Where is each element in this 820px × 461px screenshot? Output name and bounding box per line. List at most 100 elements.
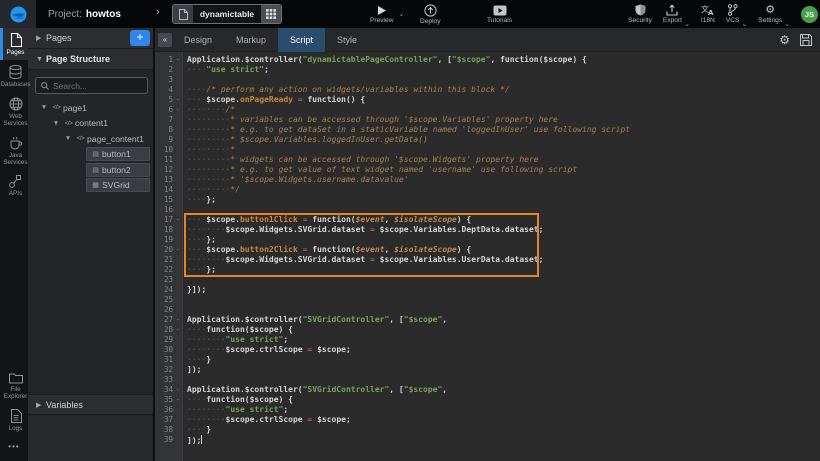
top-bar: Project: howtos › dynamictable Preview ⌄ [0,0,820,28]
line-number: 18 [155,225,182,235]
panel-divider[interactable] [153,28,155,461]
line-number: 21 [155,255,182,265]
line-number: 20- [155,245,182,255]
settings-button[interactable]: ⚙ Settings ⌄ [758,0,790,28]
tree-item-box: ▤button1 [86,147,150,161]
code-line: ····function($scope) { [187,325,820,335]
search-input[interactable] [53,81,143,91]
structure-search[interactable] [35,77,148,94]
line-number: 23 [155,275,182,285]
line-number: 29 [155,335,182,345]
tree-item-button1[interactable]: ▤button1 [28,147,153,163]
rail-item-web-services[interactable]: Web Services [0,92,28,131]
app-logo[interactable] [0,0,36,28]
code-line [187,375,820,385]
expanded-arrow-icon[interactable]: ▼ [62,135,74,142]
code-line: ····function($scope) { [187,395,820,405]
fold-marker-icon[interactable]: - [175,325,180,335]
pages-section-header[interactable]: ▶ Pages + [28,28,153,49]
branch-icon [727,4,738,16]
preview-button[interactable]: Preview ⌄ [370,0,404,28]
fold-marker-icon[interactable]: - [175,95,180,105]
export-icon [666,4,678,16]
code-content[interactable]: Application.$controller("dynamictablePag… [183,52,820,461]
tab-design[interactable]: Design [172,28,224,52]
fold-marker-icon[interactable]: - [175,315,180,325]
shield-icon [635,4,646,16]
fold-marker-icon[interactable]: - [175,55,180,65]
add-page-button[interactable]: + [130,30,150,46]
deploy-button[interactable]: Deploy [420,0,441,28]
fold-marker-icon[interactable]: - [175,385,180,395]
pages-waffle-icon[interactable] [261,5,281,23]
code-line: ····"use strict"; [187,65,820,75]
user-avatar[interactable]: JS [801,6,818,23]
page-doc-icon [173,5,193,23]
tree-item-button2[interactable]: ▤button2 [28,162,153,178]
line-number: 33 [155,375,182,385]
tree-item-SVGrid[interactable]: ▦SVGrid [28,178,153,194]
rail-item-databases[interactable]: Databases [0,60,28,92]
button-widget-icon: ▤ [89,150,102,158]
rail-more-button[interactable]: ••• [0,442,28,451]
code-line: Application.$controller("SVGridControlle… [187,385,820,395]
code-line: ········$scope.Widgets.SVGrid.dataset = … [187,255,820,265]
editor-settings-gear-icon[interactable]: ⚙ [779,34,790,46]
code-line: ····$scope.button1Click = function($even… [187,215,820,225]
collapse-panel-button[interactable]: « [158,33,172,47]
tab-markup[interactable]: Markup [224,28,278,52]
api-connector-icon [9,175,22,188]
rail-item-file-explorer[interactable]: File Explorer [0,367,28,404]
code-line: ········/* [187,105,820,115]
code-line: ·········* widgets can be accessed throu… [187,155,820,165]
deploy-icon [424,4,437,17]
fold-marker-icon[interactable]: - [175,105,180,115]
code-line [187,205,820,215]
text-cursor [201,435,202,444]
export-button[interactable]: Export ⌄ [663,0,690,28]
security-button[interactable]: Security [628,0,652,28]
vcs-button[interactable]: VCS ⌄ [726,0,747,28]
code-line: Application.$controller("SVGridControlle… [187,315,820,325]
rail-item-java-services[interactable]: Java Services [0,131,28,170]
tab-style[interactable]: Style [325,28,369,52]
line-number: 1- [155,55,182,65]
line-number: 34- [155,385,182,395]
gear-icon: ⚙ [765,4,775,16]
code-line: ····}; [187,235,820,245]
save-icon[interactable] [800,34,812,46]
expanded-arrow-icon[interactable]: ▼ [38,104,50,111]
rail-item-apis[interactable]: APIs [0,170,28,201]
tree-item-label: button1 [102,149,131,159]
line-number: 39 [155,435,182,445]
line-number: 14 [155,185,182,195]
expanded-arrow-icon[interactable]: ▼ [50,120,62,127]
line-number: 12 [155,165,182,175]
i18n-button[interactable]: 文 A I18N [701,0,715,28]
tree-item-page_content1[interactable]: ▼</>page_content1 [28,131,153,147]
tab-script[interactable]: Script [278,28,325,52]
code-line: ]); [187,435,820,445]
code-line: ·········* variables can be accessed thr… [187,115,820,125]
line-number: 7 [155,115,182,125]
variables-section-header[interactable]: ▶ Variables [28,394,153,415]
rail-item-pages[interactable]: Pages [0,28,28,60]
pages-icon [10,33,22,47]
fold-marker-icon[interactable]: - [175,395,180,405]
rail-item-logs[interactable]: Logs [0,404,28,436]
settings-chevron-icon: ⌄ [784,20,790,28]
line-number: 8 [155,125,182,135]
tree-item-page1[interactable]: ▼</>page1 [28,100,153,116]
pages-panel: ▶ Pages + ▼ Page Structure ▼</>page1▼</>… [28,28,153,461]
tutorials-button[interactable]: Tutorials [487,0,512,28]
page-tab-label: dynamictable [193,5,261,23]
line-number: 22 [155,265,182,275]
page-structure-header[interactable]: ▼ Page Structure [28,49,153,70]
fold-marker-icon[interactable]: - [175,215,180,225]
line-number: 28- [155,325,182,335]
tree-item-content1[interactable]: ▼</>content1 [28,116,153,132]
fold-marker-icon[interactable]: - [175,245,180,255]
page-tab-dynamictable[interactable]: dynamictable [172,4,282,24]
line-number: 32 [155,365,182,375]
code-area[interactable]: 1-2345-6-7891011121314151617-181920-2122… [155,52,820,461]
